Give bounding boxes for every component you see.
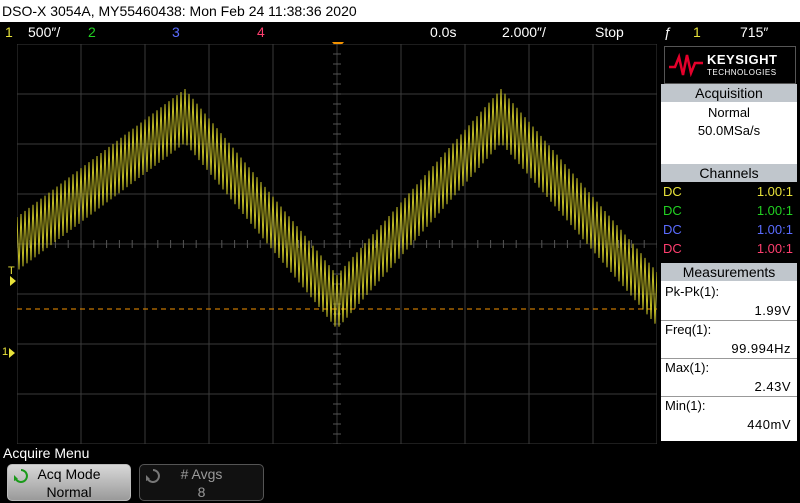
waveform-display[interactable] xyxy=(17,44,657,444)
channel-row-1: DC 1.00:1 xyxy=(661,182,797,201)
ch1-ground-marker[interactable]: 1 xyxy=(2,346,8,358)
avgs-value: 8 xyxy=(197,484,206,500)
measurement-freq-label: Freq(1): xyxy=(665,322,712,337)
acquisition-header: Acquisition xyxy=(661,84,797,102)
measurement-pkpk-value: 1.99V xyxy=(754,303,791,318)
measurements-panel: Pk-Pk(1): 1.99V Freq(1): 99.994Hz Max(1)… xyxy=(661,281,797,441)
ch1-number[interactable]: 1 xyxy=(5,22,13,42)
avgs-label: # Avgs xyxy=(180,466,223,482)
trigger-source[interactable]: 1 xyxy=(693,22,701,42)
channel-row-4: DC 1.00:1 xyxy=(661,239,797,258)
ch1-scale[interactable]: 500″/ xyxy=(28,22,60,42)
acq-mode-label: Acq Mode xyxy=(37,466,101,482)
channel-1-probe-ratio: 1.00:1 xyxy=(756,184,793,199)
channel-row-3: DC 1.00:1 xyxy=(661,220,797,239)
window-title: DSO-X 3054A, MY55460438: Mon Feb 24 11:3… xyxy=(2,3,357,19)
menu-title: Acquire Menu xyxy=(3,445,90,461)
ch1-ground-marker-label: 1 xyxy=(2,346,9,358)
window-title-bar: DSO-X 3054A, MY55460438: Mon Feb 24 11:3… xyxy=(0,0,800,22)
time-delay[interactable]: 0.0s xyxy=(430,22,456,42)
channel-4-coupling: DC xyxy=(663,241,682,256)
acquisition-mode: Normal xyxy=(708,105,750,120)
acq-mode-softkey[interactable]: Acq Mode Normal xyxy=(7,464,131,501)
measurement-min-value: 440mV xyxy=(747,417,791,432)
status-bar: 1 500″/ 2 3 4 0.0s 2.000″/ Stop ƒ 1 715″ xyxy=(0,22,800,42)
avgs-softkey[interactable]: # Avgs 8 xyxy=(139,464,264,501)
run-state[interactable]: Stop xyxy=(595,22,624,42)
measurement-min-label: Min(1): xyxy=(665,398,706,413)
trigger-level-arrow-icon xyxy=(10,276,16,286)
channel-1-coupling: DC xyxy=(663,184,682,199)
measurement-max-label: Max(1): xyxy=(665,360,710,375)
time-scale[interactable]: 2.000″/ xyxy=(502,22,546,42)
ground-arrow-icon xyxy=(9,348,15,358)
acq-mode-value: Normal xyxy=(46,484,92,500)
measurements-header: Measurements xyxy=(661,263,797,281)
ch2-number[interactable]: 2 xyxy=(88,22,96,42)
channel-4-probe-ratio: 1.00:1 xyxy=(756,241,793,256)
logo-brand: KEYSIGHT xyxy=(707,52,778,67)
acquisition-panel: Normal 50.0MSa/s xyxy=(661,102,797,164)
side-panel: KEYSIGHT TECHNOLOGIES Acquisition Normal… xyxy=(658,44,800,444)
channel-3-probe-ratio: 1.00:1 xyxy=(756,222,793,237)
keysight-wave-icon xyxy=(669,53,703,77)
channel-2-coupling: DC xyxy=(663,203,682,218)
trigger-edge-icon: ƒ xyxy=(664,24,672,40)
measurement-pkpk-label: Pk-Pk(1): xyxy=(665,284,720,299)
measurement-max-value: 2.43V xyxy=(754,379,791,394)
measurement-freq-value: 99.994Hz xyxy=(731,341,791,356)
waveform-graticule xyxy=(17,44,657,444)
channel-3-coupling: DC xyxy=(663,222,682,237)
channels-header: Channels xyxy=(661,164,797,182)
ch4-number[interactable]: 4 xyxy=(257,22,265,42)
sample-rate: 50.0MSa/s xyxy=(697,123,761,138)
logo-subtitle: TECHNOLOGIES xyxy=(707,68,777,77)
channel-row-2: DC 1.00:1 xyxy=(661,201,797,220)
keysight-logo: KEYSIGHT TECHNOLOGIES xyxy=(664,46,796,84)
channels-panel: DC 1.00:1 DC 1.00:1 DC 1.00:1 DC 1.00:1 xyxy=(661,182,797,262)
ch3-number[interactable]: 3 xyxy=(172,22,180,42)
channel-2-probe-ratio: 1.00:1 xyxy=(756,203,793,218)
trigger-level[interactable]: 715″ xyxy=(740,22,768,42)
softkey-bar: Acquire Menu Acq Mode Normal # Avgs 8 xyxy=(0,444,800,503)
